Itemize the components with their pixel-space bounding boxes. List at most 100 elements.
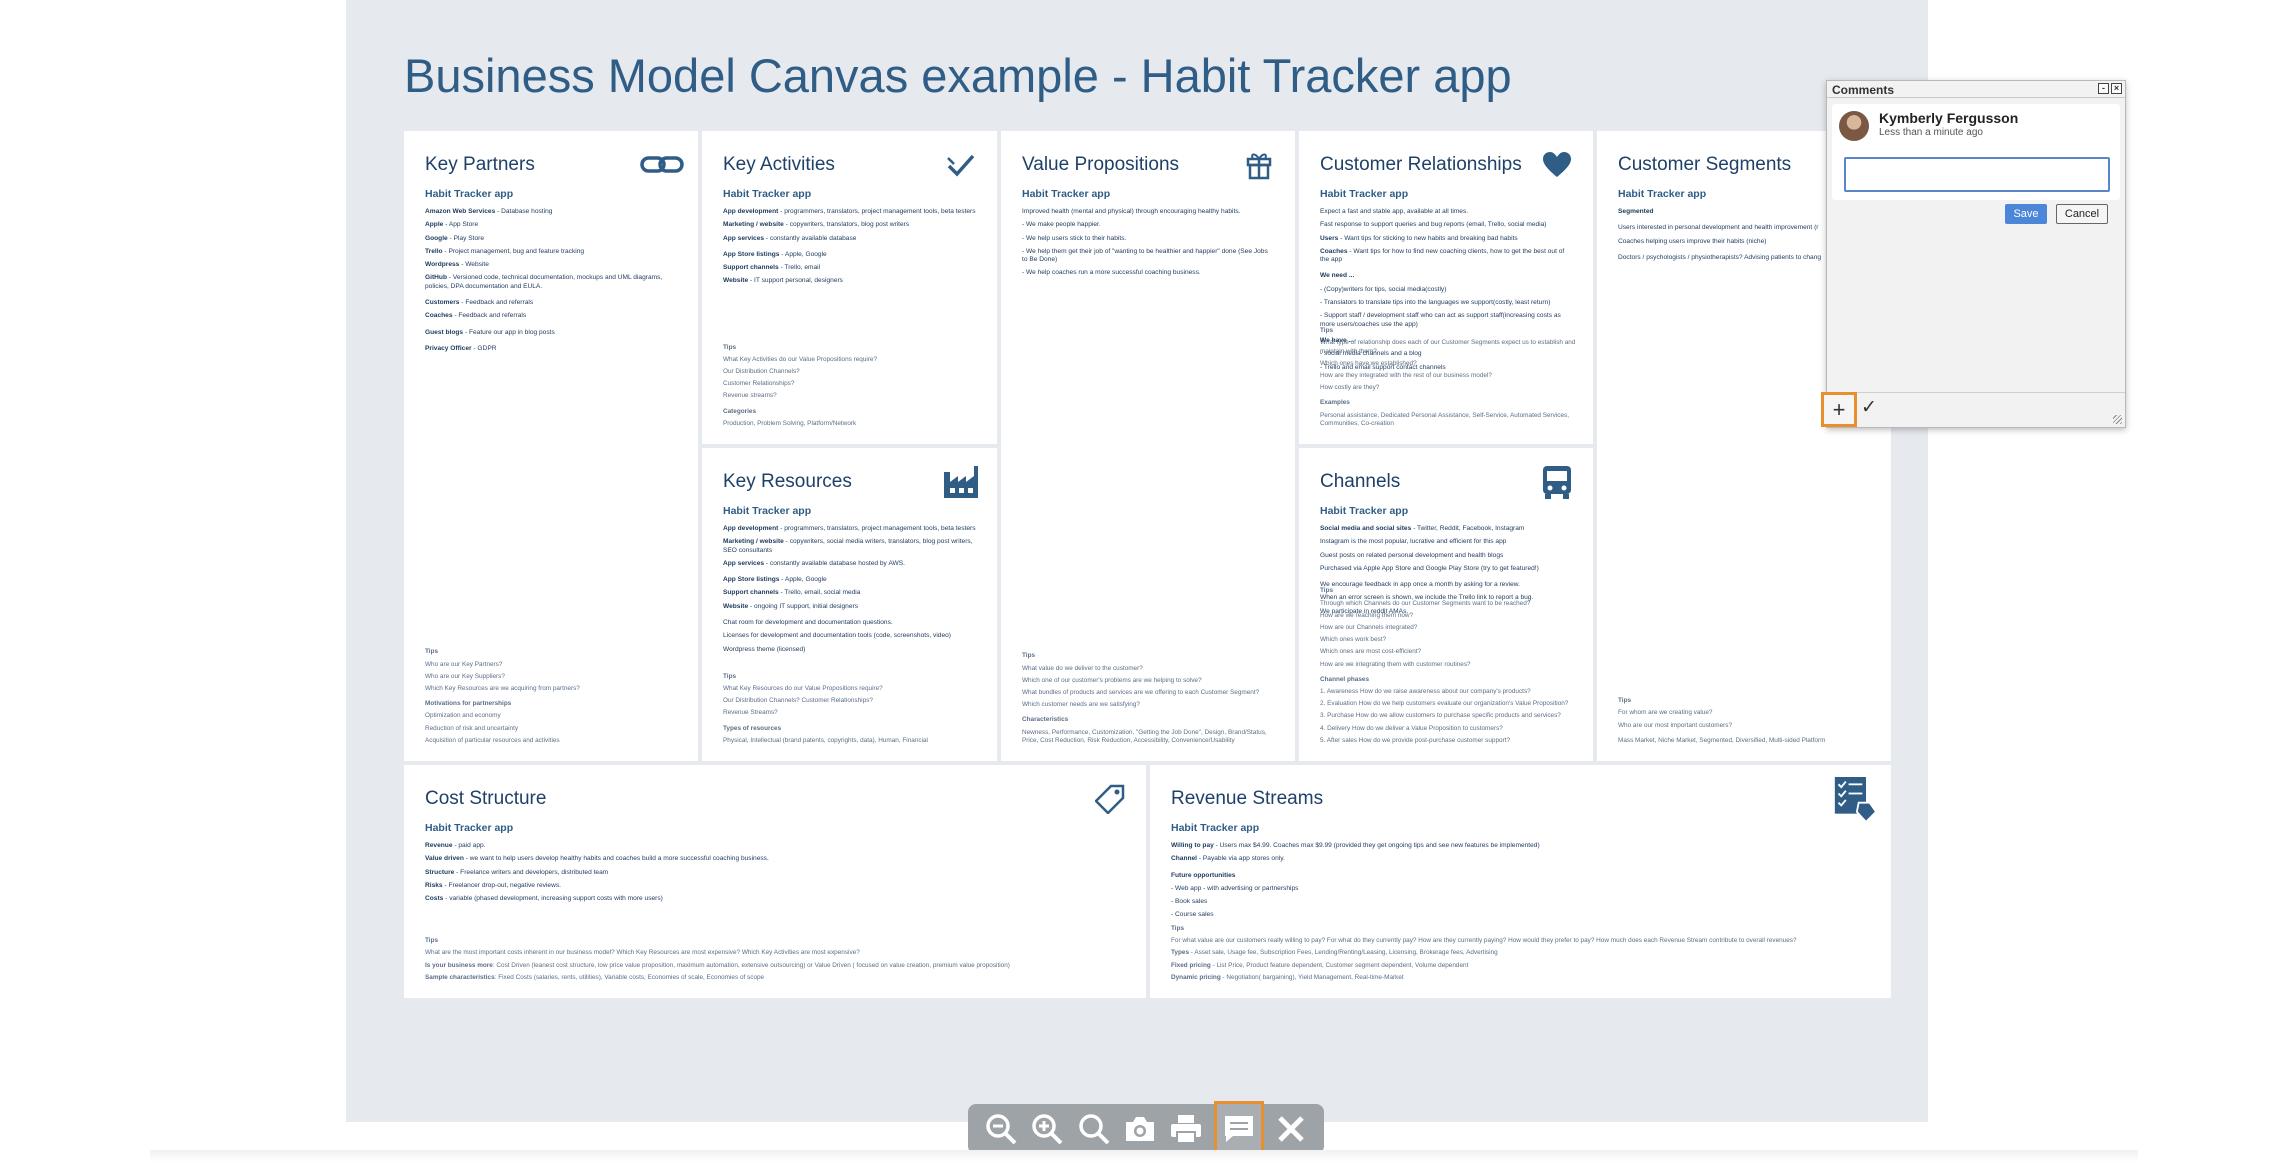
text-line: Marketing / website - copywriters, socia… — [723, 538, 973, 554]
key-resources-card[interactable]: Key Resources Habit Tracker app App deve… — [702, 448, 997, 761]
text-line: App development - programmers, translato… — [723, 208, 976, 215]
text-line: Which customer needs are we satisfying? — [1022, 701, 1140, 709]
text-line: Coaches - Feedback and referrals — [425, 312, 527, 320]
card-tips: Tips What value do we deliver to the cust… — [1022, 652, 1279, 749]
text-line: Reduction of risk and uncertainty — [425, 724, 519, 732]
text-line: Tips — [1618, 697, 1632, 705]
text-line: - We help users stick to their habits. — [1022, 234, 1127, 242]
zoom-in-icon[interactable] — [1028, 1110, 1066, 1148]
card-tips: Tips Through which Channels do our Custom… — [1320, 587, 1577, 749]
resolve-icon[interactable]: ✓ — [1861, 396, 1877, 419]
checklist-icon — [1833, 777, 1877, 824]
card-tips: Tips What Key Resources do our Value Prop… — [723, 673, 981, 749]
card-subtitle: Habit Tracker app — [723, 505, 812, 517]
text-line: Instagram is the most popular, lucrative… — [1320, 538, 1507, 546]
card-body: Revenue - paid app. Value driven - we wan… — [425, 842, 1125, 903]
price-tag-icon — [1088, 777, 1132, 821]
text-line: What are the most important costs inhere… — [425, 949, 860, 957]
card-tips: Tips For what value are our customers rea… — [1171, 925, 1875, 986]
add-comment-button[interactable]: + — [1821, 392, 1857, 427]
text-line: 3. Purchase How do we allow customers to… — [1320, 712, 1561, 720]
text-line: Apple - App Store — [425, 221, 479, 229]
print-icon[interactable] — [1167, 1110, 1205, 1148]
close-icon[interactable] — [1272, 1110, 1310, 1148]
text-line: Structure - Freelance writers and develo… — [425, 868, 609, 876]
zoom-reset-icon[interactable] — [1075, 1110, 1113, 1148]
card-body: App development - programmers, translato… — [723, 208, 976, 286]
text-line: Licenses for development and documentati… — [723, 632, 951, 640]
comments-title: Comments — [1832, 83, 1895, 97]
zoom-out-icon[interactable] — [982, 1110, 1020, 1148]
text-line: Who are our Key Suppliers? — [425, 672, 505, 680]
text-line: Purchased via Apple App Store and Google… — [1320, 564, 1539, 572]
text-line: Fixed pricing - List Price, Product feat… — [1171, 961, 1469, 969]
text-line: Trello - Project management, bug and fea… — [425, 247, 585, 255]
card-tips: Tips What Key Activities do our Value Pro… — [723, 344, 981, 432]
save-button[interactable]: Save — [2005, 204, 2047, 224]
text-line: Users - Want tips for sticking to new ha… — [1320, 234, 1518, 242]
avatar — [1839, 111, 1869, 141]
text-line: We need ... — [1320, 272, 1355, 280]
card-subtitle: Habit Tracker app — [723, 188, 812, 200]
text-line: GitHub - Versioned code, technical docum… — [425, 274, 663, 290]
text-line: - We help them get their job of "wanting… — [1022, 247, 1268, 264]
factory-icon — [939, 460, 983, 504]
text-line: Our Distribution Channels? Customer Rela… — [723, 697, 873, 705]
comment-icon[interactable] — [1213, 1101, 1264, 1157]
text-line: Newness, Performance, Customization, "Ge… — [1022, 728, 1267, 744]
key-activities-card[interactable]: Key Activities Habit Tracker app App dev… — [702, 131, 997, 444]
text-line: Wordpress theme (licensed) — [723, 645, 806, 653]
channels-card[interactable]: Channels Habit Tracker app Social media … — [1299, 448, 1593, 761]
comments-window[interactable]: Comments - × Kymberly Fergusson Less tha… — [1821, 80, 2126, 428]
comment-input[interactable] — [1844, 157, 2110, 192]
text-line: Sample characteristics: Fixed Costs (sal… — [425, 973, 765, 981]
text-line: What Key Resources do our Value Proposit… — [723, 684, 883, 692]
card-body: Improved health (mental and physical) th… — [1022, 208, 1274, 278]
value-propositions-card[interactable]: Value Propositions Habit Tracker app Imp… — [1001, 131, 1295, 761]
text-line: - Book sales — [1171, 898, 1208, 906]
customer-relationships-card[interactable]: Customer Relationships Habit Tracker app… — [1299, 131, 1593, 444]
text-line: Value driven - we want to help users dev… — [425, 855, 769, 863]
text-line: App development - programmers, translato… — [723, 525, 976, 532]
text-line: Revenue Streams? — [723, 709, 778, 717]
text-line: Revenue - paid app. — [425, 842, 486, 849]
text-line: Categories — [723, 407, 757, 415]
text-line: How costly are they? — [1320, 384, 1380, 392]
text-line: Who are our most important customers? — [1618, 721, 1733, 729]
viewer-toolbar — [968, 1101, 1324, 1157]
comments-header[interactable]: Comments - × — [1827, 81, 2125, 98]
text-line: Customers - Feedback and referrals — [425, 299, 534, 307]
text-line: 1. Awareness How do we raise awareness a… — [1320, 687, 1531, 695]
text-line: What type of relationship does each of o… — [1320, 339, 1576, 355]
camera-icon[interactable] — [1121, 1110, 1159, 1148]
text-line: Coaches - Want tips for how to find new … — [1320, 247, 1565, 264]
cost-structure-card[interactable]: Cost Structure Habit Tracker app Revenue… — [404, 765, 1146, 998]
card-subtitle: Habit Tracker app — [425, 188, 514, 200]
text-line: Improved health (mental and physical) th… — [1022, 208, 1241, 215]
text-line: For what value are our customers really … — [1171, 937, 1797, 945]
page-shadow — [150, 1150, 2138, 1162]
text-line: 2. Evaluation How do we help customers e… — [1320, 700, 1569, 708]
text-line: 4. Delivery How do we deliver a Value Pr… — [1320, 724, 1503, 732]
text-line: Tips — [723, 343, 737, 351]
text-line: - (Copy)writers for tips, social media(c… — [1320, 285, 1447, 293]
text-line: App Store listings - Apple, Google — [723, 250, 827, 258]
card-subtitle: Habit Tracker app — [1022, 188, 1111, 200]
text-line: Guest posts on related personal developm… — [1320, 551, 1504, 559]
key-partners-card[interactable]: Key Partners Habit Tracker app Amazon We… — [404, 131, 698, 761]
cancel-button[interactable]: Cancel — [2056, 204, 2108, 224]
checkmark-icon — [939, 143, 983, 187]
close-window-button[interactable]: × — [2111, 83, 2122, 94]
text-line: Which ones are most cost-efficient? — [1320, 648, 1422, 656]
text-line: Social media and social sites - Twitter,… — [1320, 525, 1525, 532]
gift-icon — [1237, 143, 1281, 187]
card-body: Willing to pay - Users max $4.99. Coache… — [1171, 842, 1870, 920]
text-line: - Translators to translate tips into the… — [1320, 299, 1551, 307]
text-line: Support channels - Trello, email, social… — [723, 589, 861, 597]
revenue-streams-card[interactable]: Revenue Streams Habit Tracker app Willin… — [1150, 765, 1891, 998]
text-line: - We make people happier. — [1022, 221, 1101, 229]
text-line: Types - Asset sale, Usage fee, Subscript… — [1171, 949, 1498, 957]
resize-grip[interactable] — [2113, 415, 2122, 424]
minimize-button[interactable]: - — [2098, 83, 2109, 94]
text-line: Through which Channels do our Customer S… — [1320, 599, 1531, 607]
